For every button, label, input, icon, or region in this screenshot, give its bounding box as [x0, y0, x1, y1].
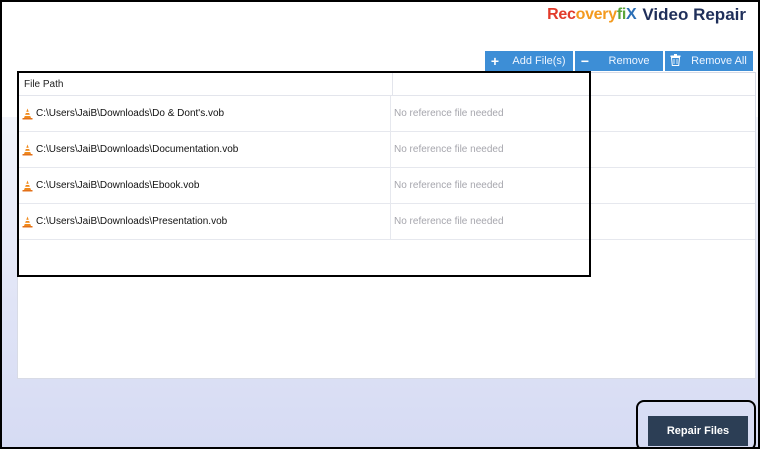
file-path-cell: C:\Users\JaiB\Downloads\Do & Dont's.vob — [18, 96, 391, 131]
brand-part: overy — [575, 6, 618, 23]
add-files-label: Add File(s) — [512, 55, 566, 67]
brand-part: X — [626, 6, 637, 23]
file-path-text: C:\Users\JaiB\Downloads\Presentation.vob — [36, 216, 228, 227]
app-window: RecoveryfiX Video Repair + Add File(s) −… — [0, 0, 760, 449]
table-row[interactable]: C:\Users\JaiB\Downloads\Do & Dont's.vob … — [18, 96, 755, 132]
product-name: Video Repair — [642, 5, 746, 24]
file-path-cell: C:\Users\JaiB\Downloads\Ebook.vob — [18, 168, 391, 203]
reference-cell: No reference file needed — [394, 108, 504, 119]
trash-icon — [665, 53, 685, 69]
remove-label: Remove — [608, 55, 650, 67]
file-path-text: C:\Users\JaiB\Downloads\Documentation.vo… — [36, 144, 239, 155]
app-logo: RecoveryfiX Video Repair — [547, 4, 746, 26]
file-path-cell: C:\Users\JaiB\Downloads\Documentation.vo… — [18, 132, 391, 167]
file-path-text: C:\Users\JaiB\Downloads\Do & Dont's.vob — [36, 108, 225, 119]
remove-all-button[interactable]: Remove All — [665, 51, 753, 71]
repair-files-button[interactable]: Repair Files — [648, 416, 748, 446]
table-row[interactable]: C:\Users\JaiB\Downloads\Documentation.vo… — [18, 132, 755, 168]
table-row[interactable]: C:\Users\JaiB\Downloads\Presentation.vob… — [18, 204, 755, 240]
minus-icon: − — [580, 53, 590, 69]
brand-part: fi — [616, 6, 626, 23]
vlc-cone-icon — [22, 144, 33, 155]
brand-name: RecoveryfiX — [547, 6, 637, 24]
column-header-reference — [393, 73, 755, 95]
add-files-button[interactable]: + Add File(s) — [485, 51, 573, 71]
reference-cell: No reference file needed — [394, 216, 504, 227]
file-path-text: C:\Users\JaiB\Downloads\Ebook.vob — [36, 180, 200, 191]
table-row[interactable]: C:\Users\JaiB\Downloads\Ebook.vob No ref… — [18, 168, 755, 204]
brand-part: Rec — [547, 6, 576, 23]
table-header: File Path — [18, 73, 755, 96]
plus-icon: + — [490, 53, 500, 69]
file-path-cell: C:\Users\JaiB\Downloads\Presentation.vob — [18, 204, 391, 239]
repair-highlight-frame: Repair Files — [636, 400, 756, 447]
file-table: File Path C:\Users\JaiB\Downloads\Do & D… — [17, 72, 756, 379]
remove-button[interactable]: − Remove — [575, 51, 663, 71]
column-header-file-path: File Path — [18, 73, 393, 95]
vlc-cone-icon — [22, 180, 33, 191]
reference-cell: No reference file needed — [394, 180, 504, 191]
toolbar: + Add File(s) − Remove Remove All — [485, 51, 753, 71]
remove-all-label: Remove All — [691, 55, 747, 67]
reference-cell: No reference file needed — [394, 144, 504, 155]
vlc-cone-icon — [22, 216, 33, 227]
vlc-cone-icon — [22, 108, 33, 119]
